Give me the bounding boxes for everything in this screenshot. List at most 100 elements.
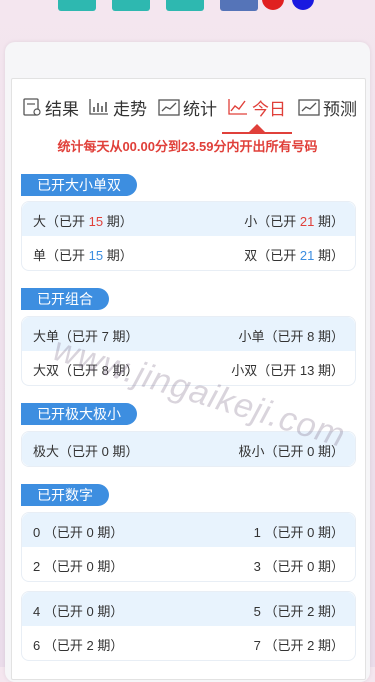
row-right-cell: 小（已开 21 期） [244, 211, 344, 230]
period-suffix: 期） [97, 604, 124, 619]
row-right-cell: 双（已开 21 期） [244, 245, 344, 264]
open-prefix: （已开 [264, 444, 304, 459]
count-value: 0 [307, 525, 315, 540]
period-suffix: 期） [97, 559, 124, 574]
open-prefix: （已开 [59, 444, 99, 459]
row-left-cell: 4 （已开 0 期） [33, 601, 123, 620]
red-ball-icon[interactable] [262, 0, 284, 10]
item-name: 0 [33, 525, 41, 540]
item-name: 大双 [33, 363, 60, 378]
period-suffix: 期） [317, 638, 344, 653]
top-button-3[interactable] [166, 0, 204, 11]
open-prefix: （已开 [43, 638, 83, 653]
row-left-cell: 极大（已开 0 期） [33, 441, 139, 460]
count-value: 2 [307, 604, 315, 619]
count-value: 0 [86, 525, 94, 540]
section-title-extreme: 已开极大极小 [21, 403, 137, 425]
open-prefix: （已开 [264, 604, 304, 619]
blue-ball-icon[interactable] [292, 0, 314, 10]
item-name: 极大 [33, 444, 60, 459]
table-row: 极大（已开 0 期） 极小（已开 0 期） [22, 432, 355, 466]
row-right-cell: 小单（已开 8 期） [238, 326, 344, 345]
count-value: 2 [307, 638, 315, 653]
top-button-4[interactable] [220, 0, 258, 11]
count-value: 15 [88, 214, 104, 229]
count-value: 7 [101, 329, 109, 344]
stats-icon [158, 99, 180, 116]
digits-table-a: 0 （已开 0 期） 1 （已开 0 期） 2 （已开 0 期） 3 （已开 0… [21, 512, 356, 582]
count-value: 0 [86, 559, 94, 574]
item-name: 小 [244, 214, 258, 229]
open-prefix: （已开 [43, 604, 83, 619]
row-left-cell: 6 （已开 2 期） [33, 635, 123, 654]
tab-result[interactable]: 结果 [22, 90, 79, 124]
period-suffix: 期） [317, 559, 344, 574]
period-suffix: 期） [112, 363, 139, 378]
top-button-2[interactable] [112, 0, 150, 11]
count-value: 8 [101, 363, 109, 378]
count-value: 15 [88, 248, 104, 263]
item-name: 2 [33, 559, 41, 574]
row-left-cell: 大双（已开 8 期） [33, 360, 139, 379]
row-left-cell: 0 （已开 0 期） [33, 522, 123, 541]
table-row: 大（已开 15 期） 小（已开 21 期） [22, 202, 355, 236]
tab-stats[interactable]: 统计 [158, 90, 217, 124]
period-suffix: 期） [317, 444, 344, 459]
item-name: 小单 [238, 329, 265, 344]
tab-bar: 结果 走势 统计 今日 预测 [11, 90, 366, 134]
extreme-table: 极大（已开 0 期） 极小（已开 0 期） [21, 431, 356, 467]
item-name: 单 [33, 248, 47, 263]
table-row: 4 （已开 0 期） 5 （已开 2 期） [22, 592, 355, 626]
period-suffix: 期） [317, 604, 344, 619]
table-row: 单（已开 15 期） 双（已开 21 期） [22, 236, 355, 270]
row-right-cell: 7 （已开 2 期） [254, 635, 344, 654]
today-icon [228, 99, 247, 115]
tab-forecast-label: 预测 [323, 99, 357, 119]
count-value: 21 [299, 248, 315, 263]
row-right-cell: 小双（已开 13 期） [231, 360, 344, 379]
item-name: 1 [253, 525, 261, 540]
open-prefix: （已开 [59, 363, 99, 378]
open-prefix: （已开 [46, 214, 86, 229]
item-name: 3 [253, 559, 261, 574]
open-prefix: （已开 [43, 559, 83, 574]
open-prefix: （已开 [264, 329, 304, 344]
item-name: 7 [253, 638, 261, 653]
period-suffix: 期） [97, 525, 124, 540]
section-title-digits: 已开数字 [21, 484, 109, 506]
row-left-cell: 2 （已开 0 期） [33, 556, 123, 575]
item-name: 双 [244, 248, 258, 263]
period-suffix: 期） [97, 638, 124, 653]
section-title-combo: 已开组合 [21, 288, 109, 310]
item-name: 极小 [238, 444, 265, 459]
row-left-cell: 大（已开 15 期） [33, 211, 133, 230]
row-left-cell: 单（已开 15 期） [33, 245, 133, 264]
period-suffix: 期） [317, 329, 344, 344]
count-value: 21 [299, 214, 315, 229]
notice-text: 统计每天从00.00分到23.59分内开出所有号码 [57, 139, 318, 154]
tab-today[interactable]: 今日 [227, 90, 286, 124]
tab-result-label: 结果 [45, 99, 79, 119]
tab-stats-label: 统计 [183, 99, 217, 119]
tab-forecast[interactable]: 预测 [298, 90, 357, 124]
table-row: 2 （已开 0 期） 3 （已开 0 期） [22, 547, 355, 581]
row-right-cell: 5 （已开 2 期） [254, 601, 344, 620]
active-tab-indicator [249, 124, 265, 132]
period-suffix: 期） [317, 363, 344, 378]
period-suffix: 期） [106, 214, 133, 229]
tab-trend[interactable]: 走势 [88, 90, 147, 124]
table-row: 0 （已开 0 期） 1 （已开 0 期） [22, 513, 355, 547]
period-suffix: 期） [112, 329, 139, 344]
tab-trend-label: 走势 [113, 99, 147, 119]
open-prefix: （已开 [46, 248, 86, 263]
item-name: 5 [253, 604, 261, 619]
item-name: 6 [33, 638, 41, 653]
open-prefix: （已开 [43, 525, 83, 540]
row-right-cell: 1 （已开 0 期） [254, 522, 344, 541]
result-icon [23, 98, 41, 116]
period-suffix: 期） [112, 444, 139, 459]
open-prefix: （已开 [257, 248, 297, 263]
period-suffix: 期） [317, 214, 344, 229]
table-row: 大单（已开 7 期） 小单（已开 8 期） [22, 317, 355, 351]
top-button-1[interactable] [58, 0, 96, 11]
